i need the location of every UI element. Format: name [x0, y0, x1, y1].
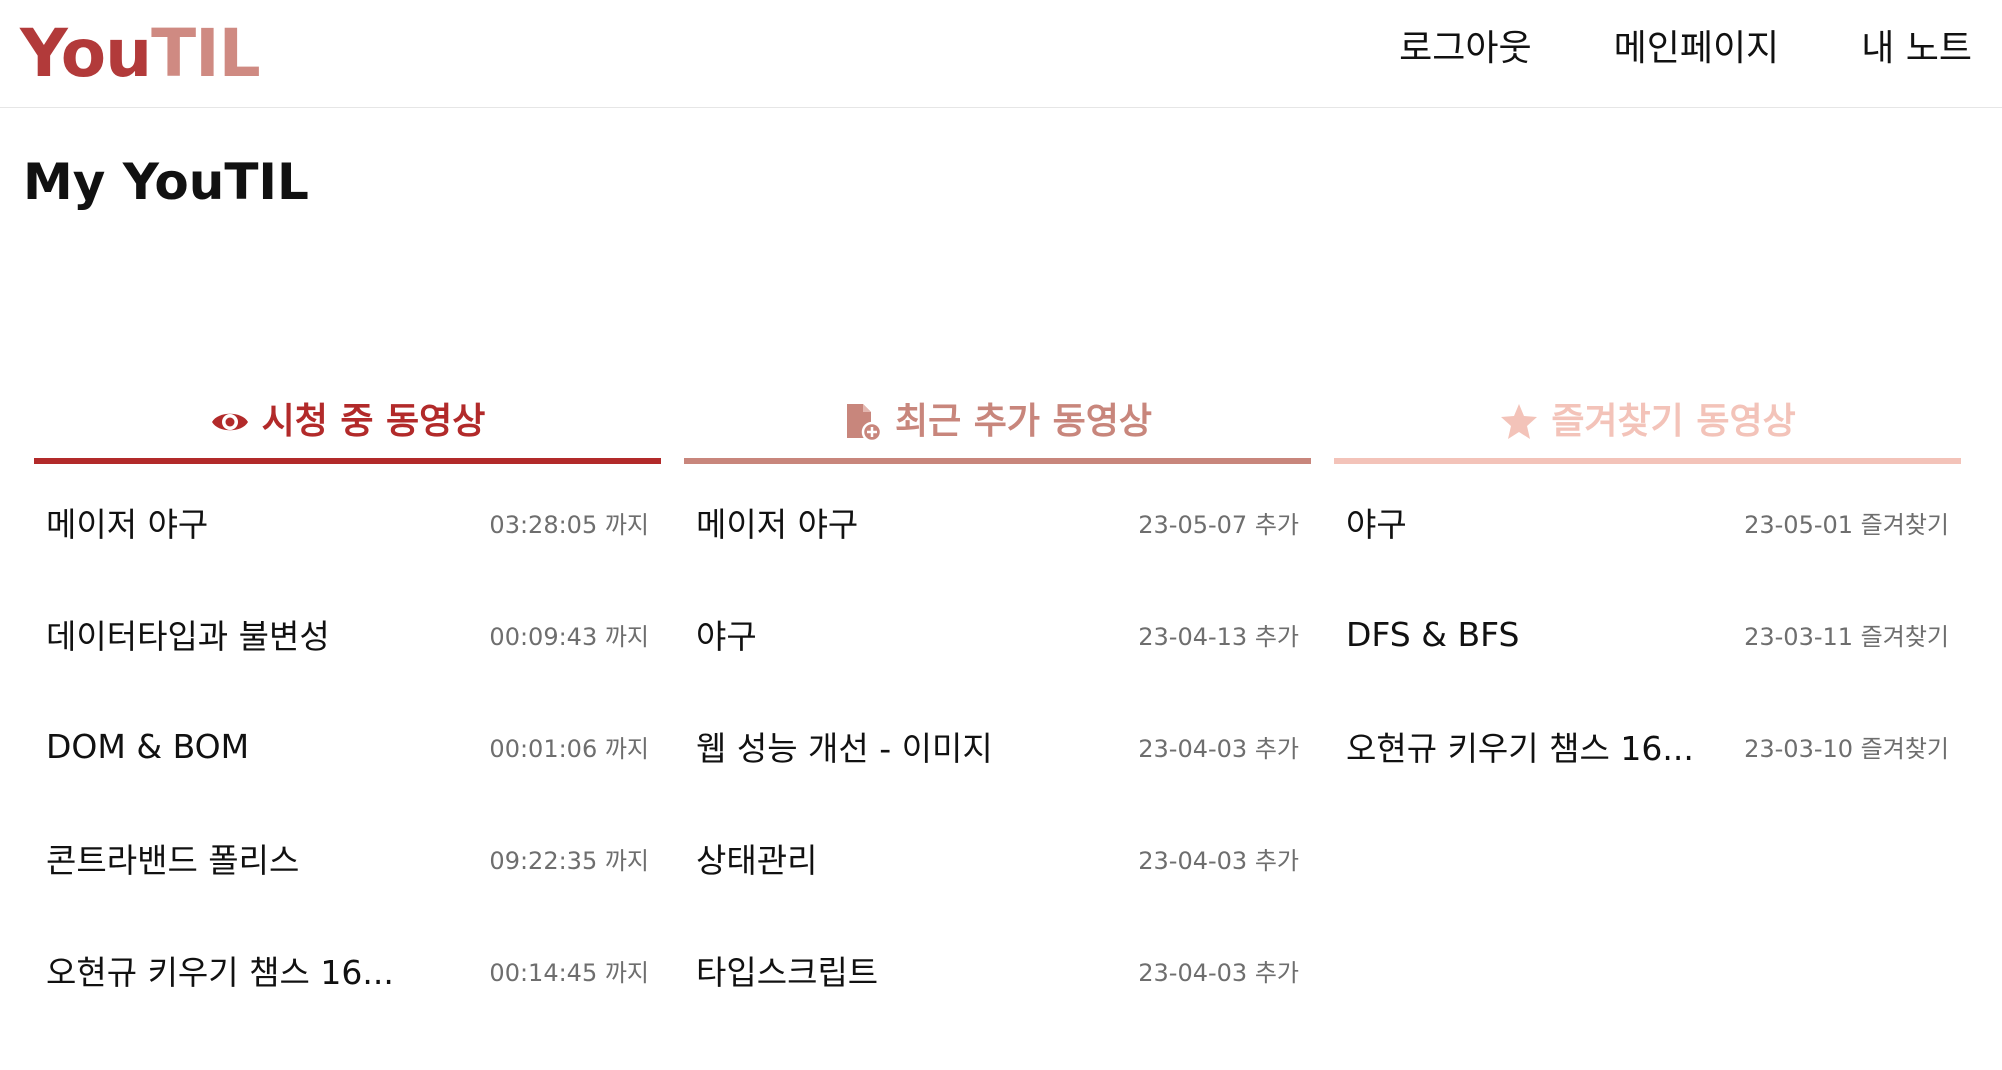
video-title: 타입스크립트 [696, 953, 879, 992]
file-add-icon [843, 402, 883, 442]
video-title: 웹 성능 개선 - 이미지 [696, 729, 993, 768]
eye-icon [210, 402, 250, 442]
list-item[interactable]: 상태관리 23-04-03 추가 [684, 802, 1311, 914]
added-date: 23-05-07 추가 [1138, 510, 1299, 539]
video-title: 야구 [1346, 505, 1407, 544]
list-item[interactable]: 메이저 야구 23-05-07 추가 [684, 466, 1311, 578]
logo-til: TIL [151, 15, 261, 92]
app-logo[interactable]: YouTIL [20, 14, 261, 94]
tab-recent[interactable]: 최근 추가 동영상 [684, 392, 1311, 452]
video-progress: 00:14:45 까지 [489, 958, 649, 987]
video-title: 메이저 야구 [46, 505, 209, 544]
list-item[interactable]: 타입스크립트 23-04-03 추가 [684, 914, 1311, 1026]
video-title: 오현규 키우기 챔스 16... [46, 953, 394, 992]
watching-list: 메이저 야구 03:28:05 까지 데이터타입과 불변성 00:09:43 까… [34, 466, 661, 1026]
tab-favorites-underline [1334, 458, 1961, 464]
video-title: 데이터타입과 불변성 [46, 617, 330, 656]
tab-watching-label: 시청 중 동영상 [261, 401, 486, 442]
tab-favorites-label: 즐겨찾기 동영상 [1551, 401, 1796, 442]
list-item[interactable]: 야구 23-05-01 즐겨찾기 [1334, 466, 1961, 578]
my-notes-link[interactable]: 내 노트 [1861, 26, 1972, 72]
video-progress: 09:22:35 까지 [489, 846, 649, 875]
video-title: 야구 [696, 617, 757, 656]
added-date: 23-04-03 추가 [1138, 958, 1299, 987]
logout-link[interactable]: 로그아웃 [1399, 26, 1531, 72]
video-title: 오현규 키우기 챔스 16... [1346, 729, 1694, 768]
top-header: YouTIL 로그아웃 메인페이지 내 노트 [0, 0, 2002, 108]
tab-recent-underline [684, 458, 1311, 464]
top-nav: 로그아웃 메인페이지 내 노트 [1399, 26, 1972, 72]
list-item[interactable]: DFS & BFS 23-03-11 즐겨찾기 [1334, 578, 1961, 690]
video-title: 상태관리 [696, 841, 818, 880]
video-title: 콘트라밴드 폴리스 [46, 841, 300, 880]
tab-watching[interactable]: 시청 중 동영상 [34, 392, 661, 452]
tab-watching-underline [34, 458, 661, 464]
recent-list: 메이저 야구 23-05-07 추가 야구 23-04-13 추가 웹 성능 개… [684, 466, 1311, 1026]
video-progress: 03:28:05 까지 [489, 510, 649, 539]
video-title: DOM & BOM [46, 726, 250, 766]
main-page-link[interactable]: 메인페이지 [1614, 26, 1780, 72]
list-item[interactable]: 오현규 키우기 챔스 16... 00:14:45 까지 [34, 914, 661, 1026]
added-date: 23-04-03 추가 [1138, 846, 1299, 875]
added-date: 23-04-03 추가 [1138, 734, 1299, 763]
video-title: DFS & BFS [1346, 614, 1520, 654]
list-item[interactable]: 데이터타입과 불변성 00:09:43 까지 [34, 578, 661, 690]
favorites-list: 야구 23-05-01 즐겨찾기 DFS & BFS 23-03-11 즐겨찾기… [1334, 466, 1961, 802]
list-item[interactable]: 오현규 키우기 챔스 16... 23-03-10 즐겨찾기 [1334, 690, 1961, 802]
watching-panel: 시청 중 동영상 메이저 야구 03:28:05 까지 데이터타입과 불변성 0… [34, 392, 661, 1026]
favorite-date: 23-03-10 즐겨찾기 [1744, 734, 1949, 763]
list-item[interactable]: 웹 성능 개선 - 이미지 23-04-03 추가 [684, 690, 1311, 802]
list-item[interactable]: DOM & BOM 00:01:06 까지 [34, 690, 661, 802]
recent-panel: 최근 추가 동영상 메이저 야구 23-05-07 추가 야구 23-04-13… [684, 392, 1311, 1026]
tab-favorites[interactable]: 즐겨찾기 동영상 [1334, 392, 1961, 452]
video-title: 메이저 야구 [696, 505, 859, 544]
logo-you: You [20, 15, 152, 92]
video-progress: 00:01:06 까지 [489, 734, 649, 763]
video-progress: 00:09:43 까지 [489, 622, 649, 651]
added-date: 23-04-13 추가 [1138, 622, 1299, 651]
list-item[interactable]: 콘트라밴드 폴리스 09:22:35 까지 [34, 802, 661, 914]
star-icon [1499, 402, 1539, 442]
favorite-date: 23-03-11 즐겨찾기 [1744, 622, 1949, 651]
list-item[interactable]: 메이저 야구 03:28:05 까지 [34, 466, 661, 578]
tab-recent-label: 최근 추가 동영상 [895, 401, 1152, 442]
list-item[interactable]: 야구 23-04-13 추가 [684, 578, 1311, 690]
page-title: My YouTIL [23, 153, 309, 211]
favorite-date: 23-05-01 즐겨찾기 [1744, 510, 1949, 539]
favorites-panel: 즐겨찾기 동영상 야구 23-05-01 즐겨찾기 DFS & BFS 23-0… [1334, 392, 1961, 802]
